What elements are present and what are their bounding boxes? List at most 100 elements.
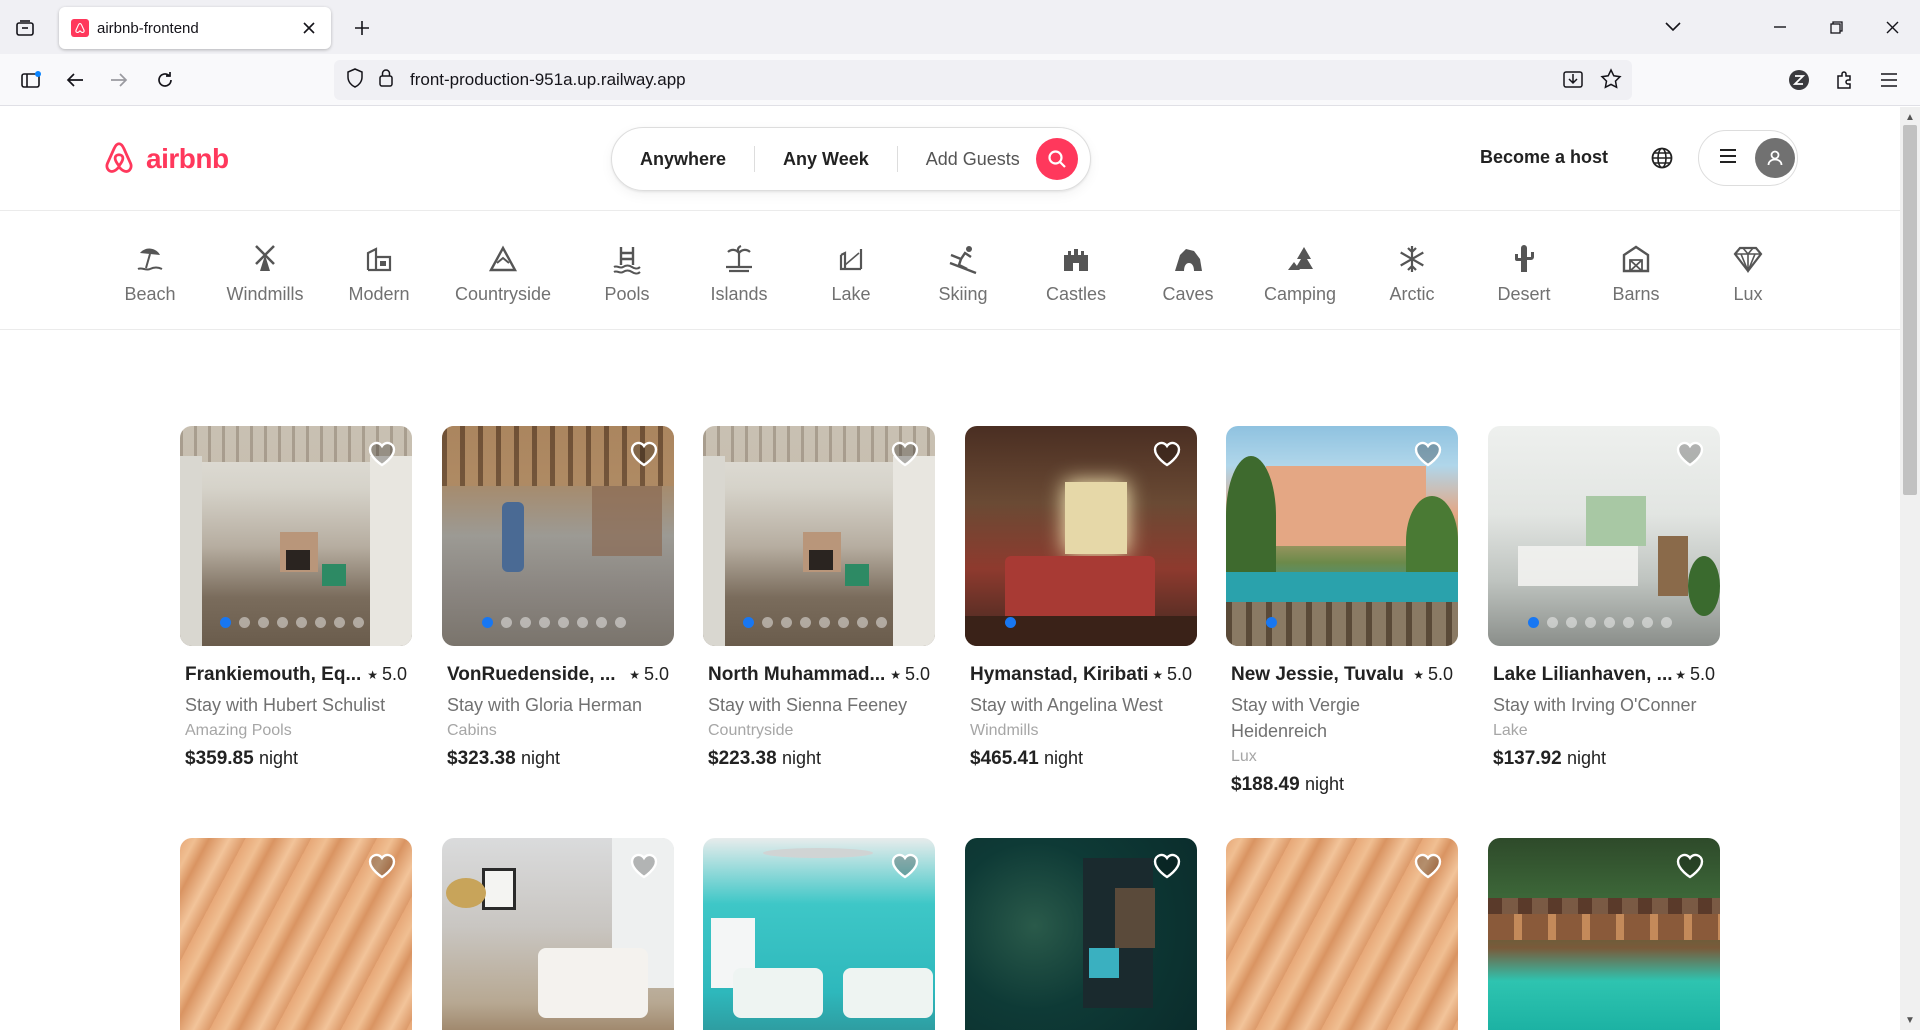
minimize-icon[interactable]: [1752, 0, 1808, 54]
category-modern[interactable]: Modern: [324, 242, 434, 305]
listing-card[interactable]: [703, 838, 935, 1030]
search-anywhere[interactable]: Anywhere: [612, 146, 756, 172]
listing-photo[interactable]: [1226, 838, 1458, 1030]
category-desert[interactable]: Desert: [1469, 242, 1579, 305]
photo-pagination-dots[interactable]: [1528, 617, 1672, 628]
category-lux[interactable]: Lux: [1693, 242, 1803, 305]
airbnb-logo[interactable]: airbnb: [102, 141, 229, 177]
listing-card[interactable]: [1488, 838, 1720, 1030]
tab-title: airbnb-frontend: [97, 19, 199, 37]
heart-icon[interactable]: [889, 438, 921, 470]
search-add-guests[interactable]: Add Guests: [898, 146, 1036, 172]
photo-pagination-dots[interactable]: [1266, 617, 1277, 628]
close-window-icon[interactable]: [1864, 0, 1920, 54]
search-icon[interactable]: [1035, 138, 1078, 180]
shield-icon[interactable]: [346, 67, 364, 93]
rating-value: 5.0: [381, 664, 407, 684]
globe-icon[interactable]: [1648, 144, 1676, 172]
photo-pagination-dots[interactable]: [1005, 617, 1016, 628]
bookmark-star-icon[interactable]: [1600, 68, 1622, 95]
listing-card[interactable]: [965, 838, 1197, 1030]
listing-photo[interactable]: [1226, 426, 1458, 646]
user-menu-button[interactable]: [1698, 130, 1798, 186]
category-castles[interactable]: Castles: [1021, 242, 1131, 305]
heart-icon[interactable]: [1412, 850, 1444, 882]
reload-icon[interactable]: [150, 65, 180, 95]
category-pools[interactable]: Pools: [572, 242, 682, 305]
listing-photo[interactable]: [1488, 426, 1720, 646]
heart-icon[interactable]: [1674, 850, 1706, 882]
listing-card[interactable]: New Jessie, Tuvalu ★ 5.0 Stay with Vergie…: [1226, 426, 1458, 796]
listing-card[interactable]: Hymanstad, Kiribati ★ 5.0 Stay with Angel…: [965, 426, 1197, 770]
heart-icon[interactable]: [366, 438, 398, 470]
lock-icon[interactable]: [378, 68, 394, 93]
category-countryside[interactable]: Countryside: [448, 242, 558, 305]
url-text[interactable]: front-production-951a.up.railway.app: [410, 70, 686, 90]
price-unit: night: [1304, 774, 1345, 794]
install-app-icon[interactable]: [1562, 68, 1584, 95]
listing-card[interactable]: [180, 838, 412, 1030]
heart-icon[interactable]: [628, 850, 660, 882]
become-host-link[interactable]: Become a host: [1480, 147, 1608, 168]
category-label: Skiing: [938, 284, 988, 304]
category-islands[interactable]: Islands: [684, 242, 794, 305]
new-tab-icon[interactable]: [350, 16, 374, 40]
photo-pagination-dots[interactable]: [482, 617, 626, 628]
profile-z-icon[interactable]: [1784, 65, 1814, 95]
browser-tabstrip: airbnb-frontend: [0, 0, 1920, 54]
listing-photo[interactable]: [965, 838, 1197, 1030]
restore-icon[interactable]: [1808, 0, 1864, 54]
browser-tab[interactable]: airbnb-frontend: [59, 7, 331, 49]
listing-card[interactable]: North Muhammad... ★ 5.0 Stay with Sienna …: [703, 426, 935, 770]
listing-price: $188.49 night: [1226, 774, 1458, 796]
listing-card[interactable]: VonRuedenside, ... ★ 5.0 Stay with Gloria…: [442, 426, 674, 770]
category-skiing[interactable]: Skiing: [908, 242, 1018, 305]
rating-value: 5.0: [1427, 664, 1453, 684]
scroll-up-icon[interactable]: ▲: [1904, 111, 1916, 123]
scroll-down-icon[interactable]: ▼: [1904, 1014, 1916, 1026]
search-any-week[interactable]: Any Week: [755, 146, 898, 172]
listing-card[interactable]: Lake Lilianhaven, ... ★ 5.0 Stay with Irv…: [1488, 426, 1720, 770]
page-scrollbar[interactable]: ▲ ▼: [1900, 107, 1920, 1030]
category-barns[interactable]: Barns: [1581, 242, 1691, 305]
scroll-thumb[interactable]: [1903, 125, 1917, 495]
listing-photo[interactable]: [442, 426, 674, 646]
heart-icon[interactable]: [366, 850, 398, 882]
category-arctic[interactable]: Arctic: [1357, 242, 1467, 305]
heart-icon[interactable]: [1412, 438, 1444, 470]
list-all-tabs-icon[interactable]: [1658, 14, 1688, 40]
photo-pagination-dots[interactable]: [743, 617, 887, 628]
listing-category: Amazing Pools: [185, 722, 292, 739]
url-bar[interactable]: front-production-951a.up.railway.app: [334, 60, 1632, 100]
listing-photo[interactable]: [180, 426, 412, 646]
back-icon[interactable]: [60, 65, 90, 95]
listing-card[interactable]: [1226, 838, 1458, 1030]
heart-icon[interactable]: [1151, 438, 1183, 470]
search-bar[interactable]: Anywhere Any Week Add Guests: [611, 127, 1091, 191]
category-beach[interactable]: Beach: [95, 242, 205, 305]
forward-icon[interactable]: [104, 65, 134, 95]
listing-photo[interactable]: [965, 426, 1197, 646]
category-camping[interactable]: Camping: [1245, 242, 1355, 305]
photo-pagination-dots[interactable]: [220, 617, 364, 628]
sidebar-icon[interactable]: [16, 65, 46, 95]
close-tab-icon[interactable]: [299, 18, 319, 38]
heart-icon[interactable]: [1151, 850, 1183, 882]
listing-photo[interactable]: [442, 838, 674, 1030]
listing-photo[interactable]: [180, 838, 412, 1030]
listing-price: $465.41 night: [965, 748, 1197, 770]
heart-icon[interactable]: [628, 438, 660, 470]
listing-card[interactable]: Frankiemouth, Eq... ★ 5.0 Stay with Huber…: [180, 426, 412, 770]
heart-icon[interactable]: [1674, 438, 1706, 470]
app-menu-icon[interactable]: [1874, 65, 1904, 95]
category-windmills[interactable]: Windmills: [210, 242, 320, 305]
category-caves[interactable]: Caves: [1133, 242, 1243, 305]
category-lake[interactable]: Lake: [796, 242, 906, 305]
extensions-icon[interactable]: [1830, 65, 1860, 95]
heart-icon[interactable]: [889, 850, 921, 882]
listing-photo[interactable]: [703, 838, 935, 1030]
listing-photo[interactable]: [1488, 838, 1720, 1030]
listing-photo[interactable]: [703, 426, 935, 646]
tab-list-icon[interactable]: [12, 16, 38, 40]
listing-card[interactable]: [442, 838, 674, 1030]
